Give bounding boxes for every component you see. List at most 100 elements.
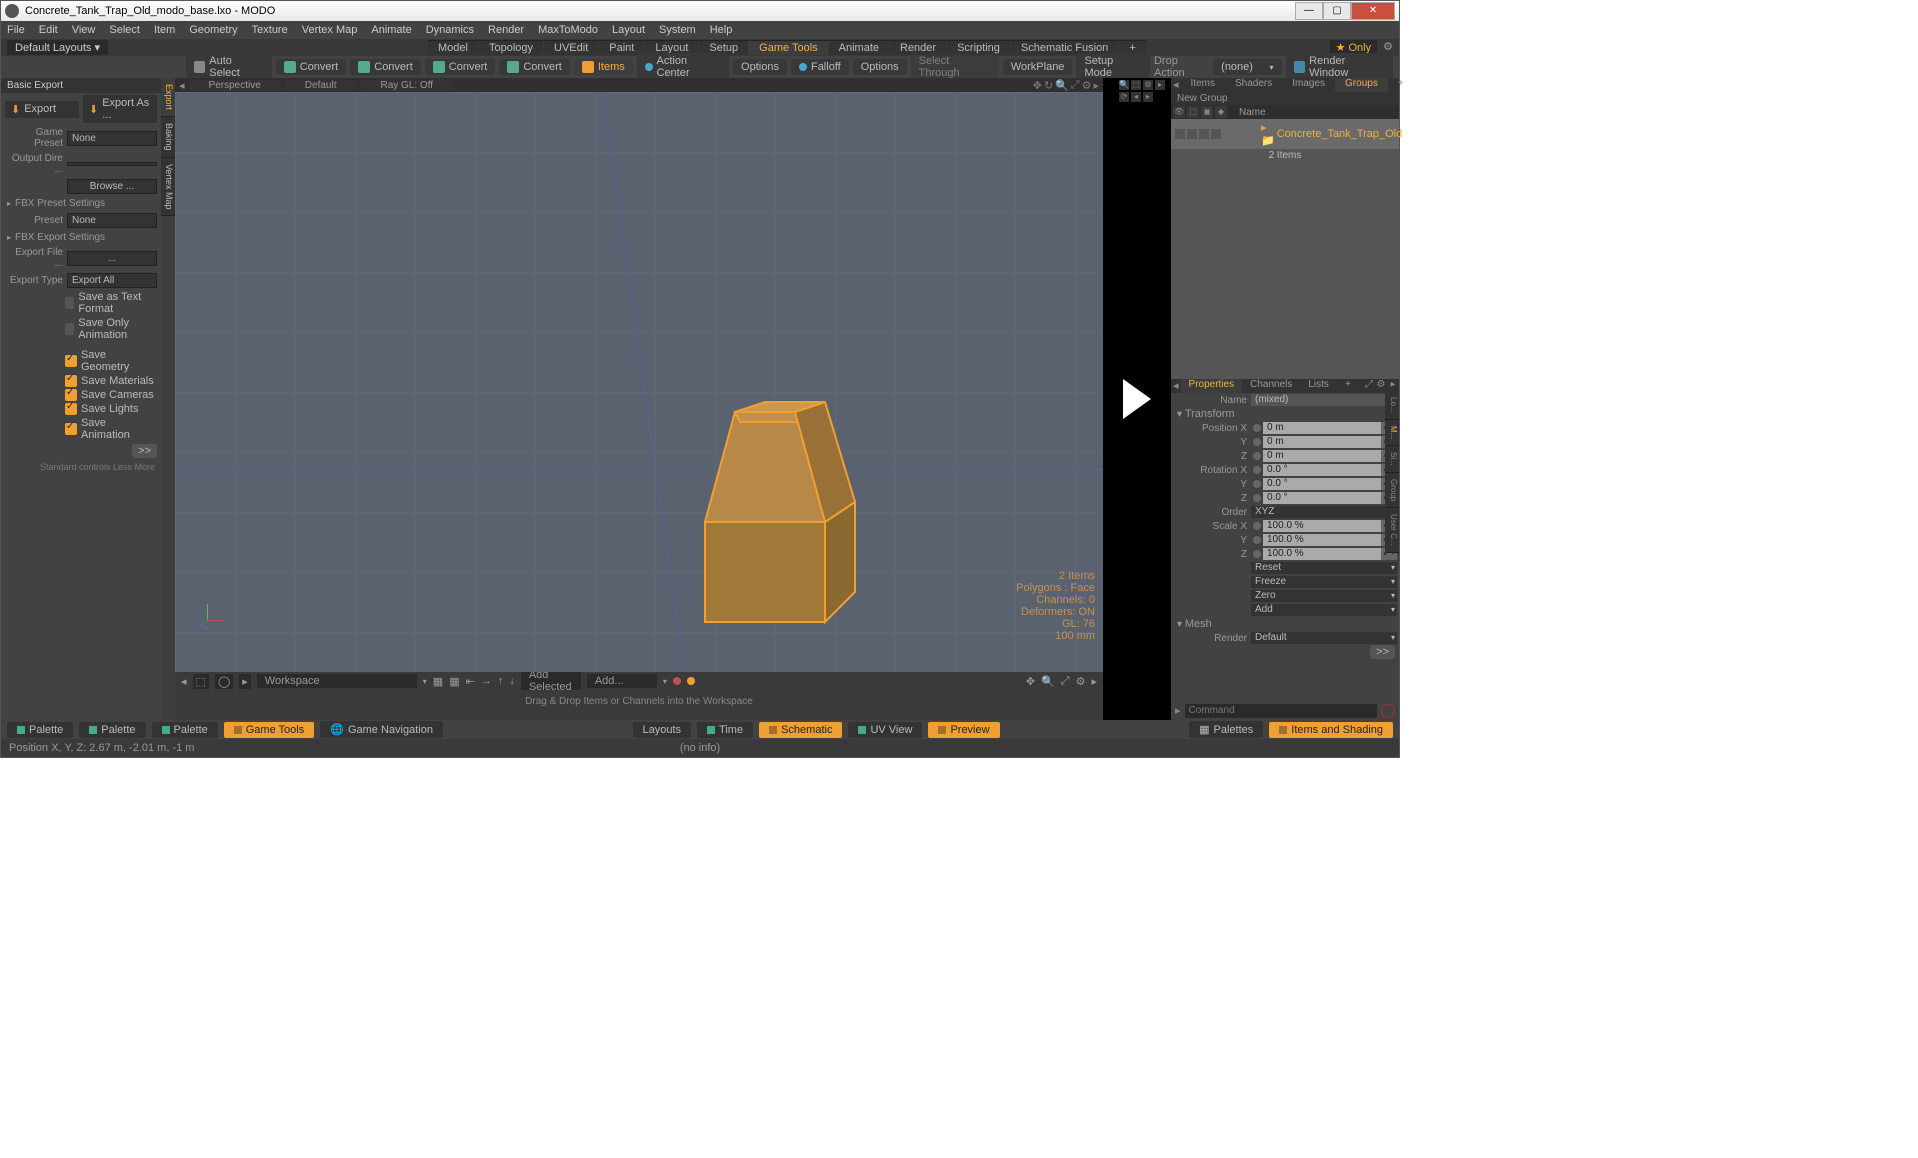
side-tab-group[interactable]: Group: [1385, 473, 1399, 508]
render-dropdown[interactable]: Default: [1251, 632, 1397, 644]
default-layouts-dropdown[interactable]: Default Layouts ▾: [7, 40, 108, 55]
rotation-x-field[interactable]: 0.0 °: [1263, 464, 1381, 476]
arrow-down-icon[interactable]: ↓: [509, 675, 515, 687]
menu-geometry[interactable]: Geometry: [189, 24, 237, 36]
schematic-tool-3[interactable]: ▸: [239, 674, 251, 689]
menu-texture[interactable]: Texture: [252, 24, 288, 36]
left-tab-export[interactable]: Export: [161, 78, 175, 117]
tab-animate[interactable]: Animate: [829, 40, 889, 55]
col-4-icon[interactable]: ◆: [1215, 106, 1227, 118]
rp-tab-add[interactable]: +: [1388, 78, 1414, 92]
pv-icon-6[interactable]: ◂: [1131, 92, 1141, 102]
status-dot-orange[interactable]: [687, 677, 695, 685]
standard-controls[interactable]: Standard controls Less More: [1, 460, 161, 474]
gear-icon[interactable]: ⚙: [1082, 79, 1092, 92]
name-field[interactable]: (mixed): [1251, 394, 1397, 406]
tab-gametools[interactable]: Game Tools: [749, 40, 828, 55]
menu-edit[interactable]: Edit: [39, 24, 58, 36]
preview-button[interactable]: Preview: [928, 722, 999, 738]
palette-3-button[interactable]: Palette: [152, 722, 218, 738]
command-input[interactable]: Command: [1185, 704, 1377, 718]
game-tools-button[interactable]: Game Tools: [224, 722, 315, 738]
schematic-menu-icon[interactable]: ◂: [181, 675, 187, 688]
position-z-field[interactable]: 0 m: [1263, 450, 1381, 462]
menu-maxtomodo[interactable]: MaxToModo: [538, 24, 598, 36]
add-dropdown[interactable]: Add: [1251, 604, 1397, 616]
falloff-button[interactable]: Falloff: [791, 59, 849, 75]
browse-button[interactable]: Browse ...: [67, 179, 157, 194]
group-item[interactable]: ▸📁 Concrete_Tank_Trap_Old: [1171, 119, 1399, 149]
side-tab-userc[interactable]: User C...: [1385, 508, 1399, 553]
maximize-button[interactable]: ▢: [1323, 2, 1351, 20]
save-materials-checkbox[interactable]: [65, 375, 77, 387]
zero-dropdown[interactable]: Zero: [1251, 590, 1397, 602]
grid-icon-2[interactable]: ▦: [449, 675, 459, 688]
rp-tab-items[interactable]: Items: [1181, 78, 1225, 92]
save-text-format-checkbox[interactable]: [65, 297, 74, 309]
sb-expand-icon[interactable]: ⤢: [1061, 675, 1070, 688]
items-button[interactable]: Items: [574, 59, 633, 75]
pv-icon-5[interactable]: ⟳: [1119, 92, 1129, 102]
reset-dropdown[interactable]: Reset: [1251, 562, 1397, 574]
menu-vertexmap[interactable]: Vertex Map: [302, 24, 358, 36]
auto-select-button[interactable]: Auto Select: [186, 53, 272, 81]
add-dropdown[interactable]: Add...: [587, 674, 657, 688]
convert-edges-button[interactable]: Convert: [350, 59, 421, 75]
drop-action-dropdown[interactable]: (none)▾: [1213, 59, 1281, 75]
props-gear-icon[interactable]: ⚙: [1375, 379, 1387, 391]
menu-render[interactable]: Render: [488, 24, 524, 36]
tab-topology[interactable]: Topology: [479, 40, 543, 55]
move-icon[interactable]: ✥: [1033, 79, 1042, 92]
sb-zoom-icon[interactable]: 🔍: [1041, 675, 1055, 688]
pv-icon-3[interactable]: ⚙: [1143, 80, 1153, 90]
grid-icon-1[interactable]: ▦: [433, 675, 443, 688]
scale-y-field[interactable]: 100.0 %: [1263, 534, 1381, 546]
items-shading-button[interactable]: Items and Shading: [1269, 722, 1393, 738]
schematic-button[interactable]: Schematic: [759, 722, 842, 738]
setup-mode-button[interactable]: Setup Mode: [1076, 53, 1150, 81]
menu-animate[interactable]: Animate: [371, 24, 411, 36]
zoom-icon[interactable]: 🔍: [1055, 79, 1069, 92]
viewport-raygl-tab[interactable]: Ray GL: Off: [360, 80, 453, 91]
3d-viewport[interactable]: 2 Items Polygons : Face Channels: 0 Defo…: [175, 92, 1103, 672]
export-type-dropdown[interactable]: Export All: [67, 273, 157, 288]
mesh-object[interactable]: [665, 382, 865, 632]
convert-vertices-button[interactable]: Convert: [276, 59, 347, 75]
props-tab-properties[interactable]: Properties: [1181, 379, 1243, 393]
menu-select[interactable]: Select: [109, 24, 140, 36]
new-group-button[interactable]: New Group: [1171, 92, 1399, 105]
rotation-z-field[interactable]: 0.0 °: [1263, 492, 1381, 504]
side-tab-si[interactable]: Si...: [1385, 446, 1399, 473]
viewport-menu-icon[interactable]: ◂: [179, 79, 185, 92]
save-only-anim-checkbox[interactable]: [65, 323, 74, 335]
schematic-tool-1[interactable]: ⬚: [193, 674, 209, 689]
menu-layout[interactable]: Layout: [612, 24, 645, 36]
record-button[interactable]: [1381, 704, 1395, 718]
left-tab-baking[interactable]: Baking: [161, 117, 175, 158]
transform-header[interactable]: ▾ Transform: [1171, 407, 1399, 421]
play-icon[interactable]: [1123, 379, 1151, 419]
position-x-field[interactable]: 0 m: [1263, 422, 1381, 434]
save-lights-checkbox[interactable]: [65, 403, 77, 415]
props-tab-lists[interactable]: Lists: [1300, 379, 1337, 393]
save-animation-checkbox[interactable]: [65, 423, 77, 435]
options-2-button[interactable]: Options: [853, 59, 907, 75]
expand-icon[interactable]: ⤢: [1071, 79, 1080, 92]
render-window-button[interactable]: Render Window: [1286, 53, 1393, 81]
rotation-y-field[interactable]: 0.0 °: [1263, 478, 1381, 490]
props-menu-icon[interactable]: ◂: [1171, 379, 1181, 393]
menu-dynamics[interactable]: Dynamics: [426, 24, 474, 36]
pv-icon-7[interactable]: ▸: [1143, 92, 1153, 102]
rp-menu-icon[interactable]: ◂: [1171, 78, 1181, 92]
palette-1-button[interactable]: Palette: [7, 722, 73, 738]
convert-polygons-button[interactable]: Convert: [425, 59, 496, 75]
game-navigation-button[interactable]: 🌐Game Navigation: [320, 721, 443, 738]
eye-icon[interactable]: 👁: [1173, 106, 1185, 118]
chevron-right-icon[interactable]: ▸: [1093, 79, 1099, 92]
arrow-up-icon[interactable]: ↑: [498, 675, 504, 687]
menu-view[interactable]: View: [72, 24, 96, 36]
col-2-icon[interactable]: ⬚: [1187, 106, 1199, 118]
output-dir-field[interactable]: [67, 162, 157, 166]
viewport-default-tab[interactable]: Default: [285, 80, 357, 91]
groups-list[interactable]: ▸📁 Concrete_Tank_Trap_Old 2 Items: [1171, 119, 1399, 379]
